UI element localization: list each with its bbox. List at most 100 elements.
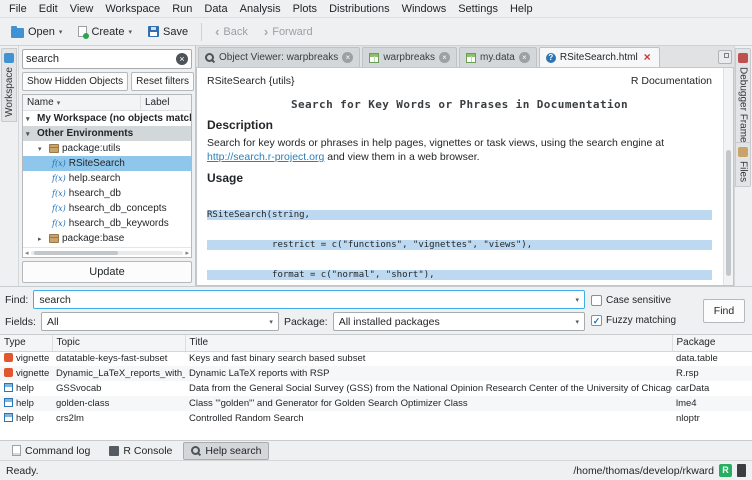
menu-help[interactable]: Help	[504, 2, 539, 16]
tree-item-package-utils[interactable]: ▾ package:utils	[23, 141, 191, 156]
detach-window-icon[interactable]	[718, 50, 732, 64]
tree-item-help-search[interactable]: f(x) help.search	[23, 171, 191, 186]
menu-plots[interactable]: Plots	[287, 2, 323, 16]
document-scrollbar-thumb[interactable]	[726, 150, 731, 276]
bottom-tool-tabs: Command log R Console Help search	[0, 440, 752, 460]
close-tab-icon[interactable]: ×	[342, 52, 353, 63]
checkbox-checked-icon[interactable]: ✓	[591, 315, 602, 326]
fields-combobox[interactable]: All ▾	[41, 312, 279, 331]
tree-item-other-environments[interactable]: ▾ Other Environments	[23, 126, 191, 141]
clear-search-icon[interactable]: ×	[176, 53, 188, 65]
doc-header: RSiteSearch {utils} R Documentation	[207, 75, 712, 87]
create-button[interactable]: Create ▾	[71, 23, 139, 41]
case-sensitive-checkbox[interactable]: Case sensitive	[591, 295, 695, 306]
update-button[interactable]: Update	[22, 261, 192, 283]
usage-code-block[interactable]: RSiteSearch(string, restrict = c("functi…	[207, 190, 712, 285]
show-hidden-objects-button[interactable]: Show Hidden Objects	[22, 72, 128, 91]
expander-icon[interactable]: ▾	[26, 130, 34, 138]
checkbox-unchecked-icon[interactable]	[591, 295, 602, 306]
column-header-label[interactable]: Label	[141, 97, 191, 108]
package-combobox[interactable]: All installed packages ▾	[333, 312, 585, 331]
resize-grip[interactable]	[737, 464, 746, 477]
open-button[interactable]: Open ▾	[4, 23, 69, 41]
menu-analysis[interactable]: Analysis	[234, 2, 287, 16]
result-row[interactable]: help crs2lm Controlled Random Search nlo…	[0, 411, 752, 426]
menu-view[interactable]: View	[64, 2, 100, 16]
debugger-frames-dock-tab[interactable]: Debugger Frames	[735, 48, 751, 153]
result-row[interactable]: help GSSvocab Data from the General Soci…	[0, 381, 752, 396]
tree-item-hsearch-db-concepts[interactable]: f(x) hsearch_db_concepts	[23, 201, 191, 216]
find-button[interactable]: Find	[703, 299, 745, 323]
fuzzy-matching-checkbox[interactable]: ✓ Fuzzy matching	[591, 315, 695, 326]
files-dock-tab[interactable]: Files	[735, 142, 751, 187]
column-header-name[interactable]: Name ▾	[23, 95, 141, 110]
tab-r-console[interactable]: R Console	[101, 442, 180, 460]
close-tab-icon[interactable]: ×	[439, 52, 450, 63]
tab-my-data[interactable]: my.data ×	[459, 47, 537, 67]
upper-area: Workspace × Show Hidden Objects Reset fi…	[0, 46, 752, 286]
help-icon	[4, 413, 13, 422]
usage-heading: Usage	[207, 171, 712, 185]
scroll-right-icon[interactable]: ▸	[185, 249, 189, 257]
reset-filters-button[interactable]: Reset filters	[131, 72, 194, 91]
result-row[interactable]: vignette Dynamic_LaTeX_reports_with_RSP …	[0, 366, 752, 381]
expander-icon[interactable]: ▾	[38, 145, 46, 153]
menu-file[interactable]: File	[3, 2, 33, 16]
menubar: File Edit View Workspace Run Data Analys…	[0, 0, 752, 18]
search-r-project-link[interactable]: http://search.r-project.org	[207, 151, 324, 163]
tab-command-log[interactable]: Command log	[4, 442, 98, 460]
tree-item-my-workspace[interactable]: ▾ My Workspace (no objects matching filt…	[23, 111, 191, 126]
code-line: RSiteSearch(string,	[207, 210, 712, 220]
forward-arrow-icon: ›	[264, 27, 268, 37]
workspace-search-input[interactable]	[26, 53, 173, 65]
menu-distributions[interactable]: Distributions	[323, 2, 396, 16]
scroll-left-icon[interactable]: ◂	[25, 249, 29, 257]
close-tab-icon[interactable]: ×	[519, 52, 530, 63]
menu-data[interactable]: Data	[198, 2, 233, 16]
code-line: format = c("normal", "short"),	[207, 270, 712, 280]
tree-item-hsearch-db[interactable]: f(x) hsearch_db	[23, 186, 191, 201]
menu-edit[interactable]: Edit	[33, 2, 64, 16]
tree-item-rsitesearch[interactable]: f(x) RSiteSearch	[23, 156, 191, 171]
r-engine-status-badge[interactable]: R	[719, 464, 732, 477]
column-header-package[interactable]: Package	[672, 335, 752, 351]
tree-item-package-base[interactable]: ▸ package:base	[23, 231, 191, 246]
tab-object-viewer-warpbreaks[interactable]: Object Viewer: warpbreaks ×	[198, 47, 360, 67]
document-scrollbar[interactable]	[723, 68, 733, 285]
tab-rsitesearch-html[interactable]: ? RSiteSearch.html ×	[539, 47, 660, 67]
menu-windows[interactable]: Windows	[396, 2, 453, 16]
expander-icon[interactable]: ▸	[38, 235, 46, 243]
search-fields: Find: search ▾ Fields: All ▾ Package: Al…	[5, 290, 585, 331]
description-heading: Description	[207, 118, 712, 132]
sort-arrow-icon: ▾	[57, 99, 61, 107]
menu-run[interactable]: Run	[166, 2, 198, 16]
function-icon: f(x)	[52, 219, 66, 228]
vignette-icon	[4, 353, 13, 362]
result-row[interactable]: vignette datatable-keys-fast-subset Keys…	[0, 351, 752, 366]
statusbar: Ready. /home/thomas/develop/rkward R	[0, 460, 752, 480]
back-button[interactable]: ‹ Back	[208, 23, 255, 41]
menu-settings[interactable]: Settings	[452, 2, 504, 16]
menu-workspace[interactable]: Workspace	[99, 2, 166, 16]
chevron-down-icon: ▾	[575, 296, 579, 304]
find-combobox[interactable]: search ▾	[33, 290, 585, 309]
column-header-topic[interactable]: Topic	[52, 335, 185, 351]
scrollbar-track[interactable]	[31, 251, 184, 255]
save-button[interactable]: Save	[141, 23, 195, 41]
result-row[interactable]: help golden-class Class '"golden"' and G…	[0, 396, 752, 411]
scrollbar-thumb[interactable]	[34, 251, 118, 255]
close-tab-icon[interactable]: ×	[642, 52, 653, 63]
tab-warpbreaks[interactable]: warpbreaks ×	[362, 47, 457, 67]
description-paragraph: Search for key words or phrases in help …	[207, 136, 712, 164]
tab-help-search[interactable]: Help search	[183, 442, 269, 460]
forward-button[interactable]: › Forward	[257, 23, 320, 41]
tree-header: Name ▾ Label	[23, 95, 191, 111]
horizontal-scrollbar[interactable]: ◂ ▸	[23, 247, 191, 257]
chevron-down-icon: ▾	[575, 318, 579, 326]
expander-icon[interactable]: ▾	[26, 115, 34, 123]
workspace-search-box: ×	[22, 49, 192, 69]
workspace-dock-tab[interactable]: Workspace	[1, 48, 17, 122]
column-header-type[interactable]: Type	[0, 335, 52, 351]
tree-item-hsearch-db-keywords[interactable]: f(x) hsearch_db_keywords	[23, 216, 191, 231]
column-header-title[interactable]: Title	[185, 335, 672, 351]
